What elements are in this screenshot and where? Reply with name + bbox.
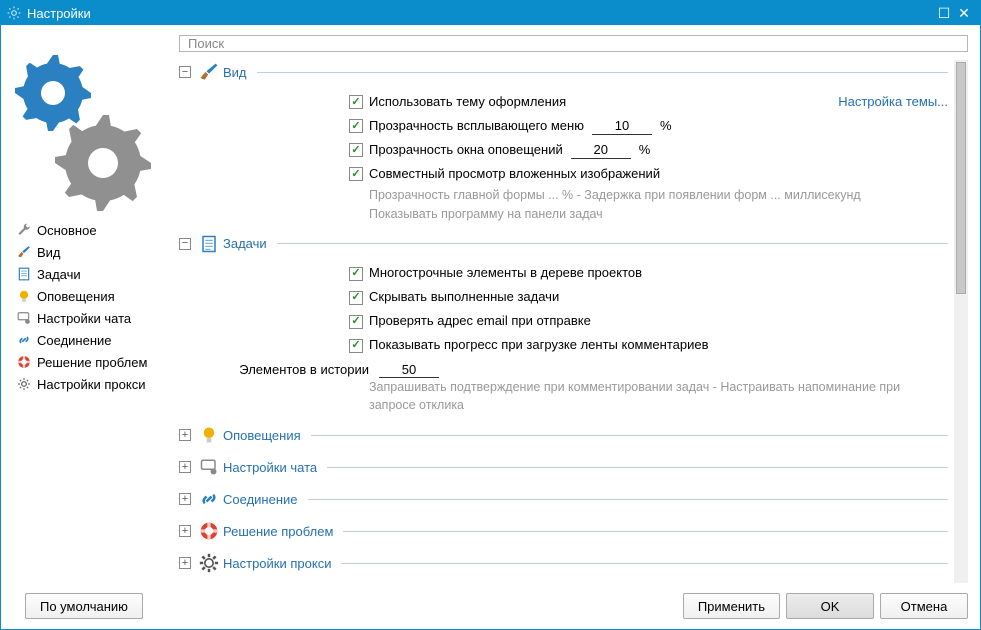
setting-label: Прозрачность окна оповещений: [369, 142, 563, 159]
sidebar-item-label: Оповещения: [37, 289, 115, 304]
history-label: Элементов в истории: [219, 362, 369, 377]
lifebuoy-icon: [15, 355, 33, 369]
window-title: Настройки: [27, 6, 91, 21]
checkbox[interactable]: ✓: [349, 167, 363, 181]
sidebar-item-label: Соединение: [37, 333, 112, 348]
wrench-icon: [15, 223, 33, 237]
sidebar-item-notifications[interactable]: Оповещения: [15, 285, 179, 307]
checkbox[interactable]: ✓: [349, 95, 363, 109]
group-title: Оповещения: [223, 428, 301, 443]
history-count-field[interactable]: [379, 362, 439, 378]
hint-text: Показывать программу на панели задач: [349, 205, 948, 224]
group-title: Вид: [223, 65, 247, 80]
sidebar-item-connection[interactable]: Соединение: [15, 329, 179, 351]
maximize-icon[interactable]: ☐: [934, 5, 954, 22]
notification-opacity-field[interactable]: [571, 142, 631, 159]
group-troubleshoot: + Решение проблем: [179, 519, 948, 543]
group-title: Настройки чата: [223, 460, 317, 475]
theme-settings-link[interactable]: Настройка темы...: [838, 94, 948, 111]
setting-label: Многострочные элементы в дереве проектов: [369, 265, 642, 282]
checkbox[interactable]: ✓: [349, 339, 363, 353]
bulb-icon: [15, 289, 33, 303]
search-placeholder: Поиск: [188, 36, 224, 51]
gear-icon: [199, 553, 219, 573]
apply-button[interactable]: Применить: [683, 593, 780, 619]
sidebar-item-tasks[interactable]: Задачи: [15, 263, 179, 285]
cancel-button[interactable]: Отмена: [880, 593, 968, 619]
setting-label: Прозрачность всплывающего меню: [369, 118, 584, 135]
checkbox[interactable]: ✓: [349, 267, 363, 281]
chat-icon: [15, 311, 33, 325]
document-icon: [15, 267, 33, 281]
document-icon: [199, 234, 219, 254]
sidebar: Основное Вид Задачи Оповещения Настройки…: [1, 35, 179, 583]
ok-button[interactable]: OK: [786, 593, 874, 619]
hint-text: Запрашивать подтверждение при комментиро…: [349, 378, 948, 416]
menu-opacity-field[interactable]: [592, 118, 652, 135]
expand-icon[interactable]: +: [179, 493, 191, 505]
chat-icon: [199, 458, 219, 476]
group-view: − Вид ✓ Использовать тему оформления Нас…: [179, 60, 948, 224]
group-connection: + Соединение: [179, 487, 948, 511]
checkbox[interactable]: ✓: [349, 119, 363, 133]
collapse-icon[interactable]: −: [179, 66, 191, 78]
group-title: Решение проблем: [223, 524, 333, 539]
checkbox[interactable]: ✓: [349, 143, 363, 157]
sidebar-item-chat[interactable]: Настройки чата: [15, 307, 179, 329]
setting-label: Скрывать выполненные задачи: [369, 289, 559, 306]
sidebar-item-label: Вид: [37, 245, 61, 260]
titlebar: Настройки ☐ ✕: [1, 1, 980, 25]
defaults-button[interactable]: По умолчанию: [25, 593, 143, 619]
scrollbar[interactable]: [954, 60, 968, 583]
setting-label: Использовать тему оформления: [369, 94, 566, 111]
expand-icon[interactable]: +: [179, 525, 191, 537]
settings-gears-image: [1, 35, 179, 215]
footer: По умолчанию Применить OK Отмена: [1, 587, 980, 629]
expand-icon[interactable]: +: [179, 557, 191, 569]
link-icon: [15, 333, 33, 347]
checkbox[interactable]: ✓: [349, 291, 363, 305]
sidebar-item-label: Решение проблем: [37, 355, 147, 370]
sidebar-item-label: Настройки прокси: [37, 377, 145, 392]
lifebuoy-icon: [199, 521, 219, 541]
setting-label: Совместный просмотр вложенных изображени…: [369, 166, 660, 183]
bulb-icon: [199, 425, 219, 445]
setting-label: Проверять адрес email при отправке: [369, 313, 591, 330]
setting-label: Показывать прогресс при загрузке ленты к…: [369, 337, 709, 354]
group-title: Задачи: [223, 236, 267, 251]
gear-icon: [15, 377, 33, 391]
sidebar-item-proxy[interactable]: Настройки прокси: [15, 373, 179, 395]
hint-text: Прозрачность главной формы ... % - Задер…: [349, 186, 948, 205]
sidebar-item-label: Задачи: [37, 267, 81, 282]
brush-icon: [199, 62, 219, 82]
expand-icon[interactable]: +: [179, 461, 191, 473]
search-input[interactable]: Поиск: [179, 35, 968, 52]
app-icon: [7, 6, 21, 20]
percent-label: %: [660, 118, 672, 135]
sidebar-item-label: Основное: [37, 223, 97, 238]
checkbox[interactable]: ✓: [349, 315, 363, 329]
group-tasks: − Задачи ✓ Многострочные элементы в дерев…: [179, 232, 948, 416]
group-proxy: + Настройки прокси: [179, 551, 948, 575]
brush-icon: [15, 245, 33, 259]
collapse-icon[interactable]: −: [179, 238, 191, 250]
group-notifications: + Оповещения: [179, 423, 948, 447]
group-title: Настройки прокси: [223, 556, 331, 571]
percent-label: %: [639, 142, 651, 159]
link-icon: [199, 489, 219, 509]
group-title: Соединение: [223, 492, 298, 507]
group-chat: + Настройки чата: [179, 455, 948, 479]
sidebar-item-view[interactable]: Вид: [15, 241, 179, 263]
sidebar-item-label: Настройки чата: [37, 311, 131, 326]
sidebar-item-general[interactable]: Основное: [15, 219, 179, 241]
close-icon[interactable]: ✕: [954, 5, 974, 22]
sidebar-item-troubleshoot[interactable]: Решение проблем: [15, 351, 179, 373]
expand-icon[interactable]: +: [179, 429, 191, 441]
